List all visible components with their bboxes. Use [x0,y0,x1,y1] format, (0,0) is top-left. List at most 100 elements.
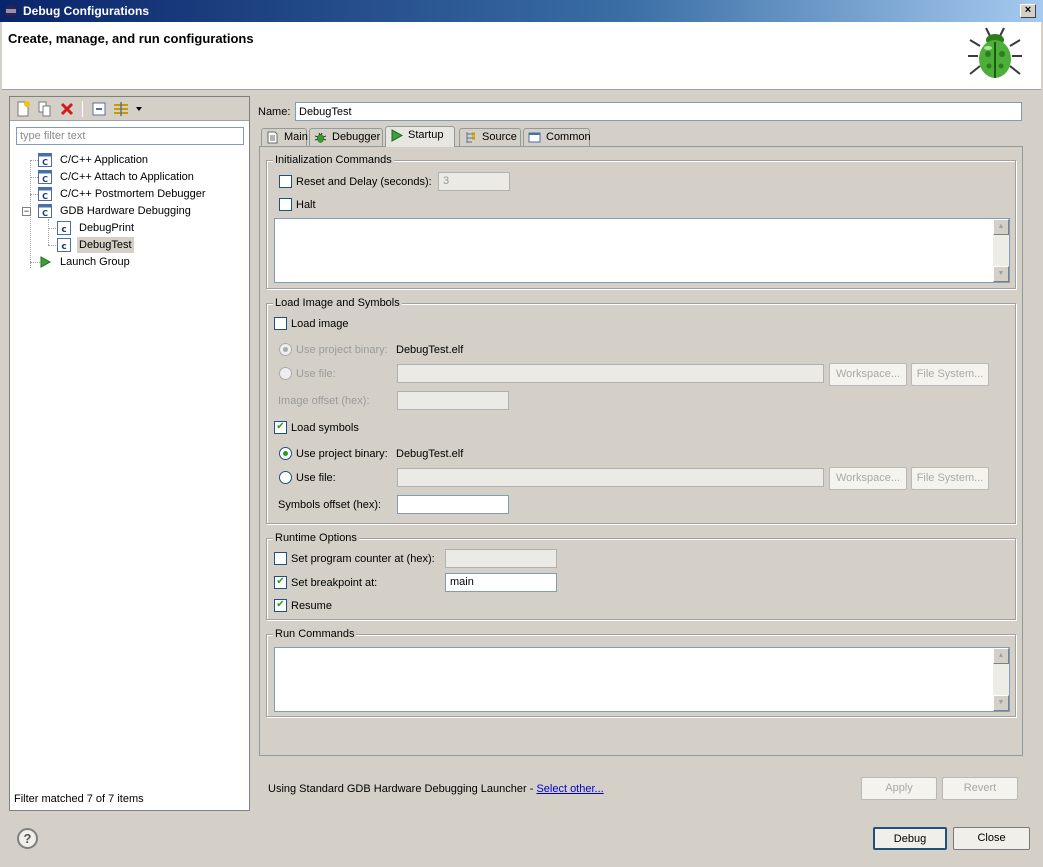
symbols-workspace-button[interactable]: Workspace... [829,467,907,490]
collapse-all-icon[interactable] [90,100,108,118]
startup-tab-content: Initialization Commands Reset and Delay … [259,146,1023,756]
tab-common[interactable]: Common [523,128,591,147]
chevron-down-icon[interactable] [135,106,143,112]
revert-button[interactable]: Revert [942,777,1018,800]
filter-icon[interactable] [112,100,130,118]
scroll-down-icon[interactable]: ▼ [993,266,1009,282]
init-commands-textarea[interactable]: ▲ ▼ [274,218,1010,283]
name-label: Name: [258,106,291,118]
tab-label: Common [546,131,591,143]
c-config-icon: C [38,204,52,218]
filter-input[interactable] [16,127,244,145]
load-image-checkbox[interactable] [274,317,287,330]
tab-main[interactable]: Main [261,128,308,147]
tab-source[interactable]: Source [459,128,521,147]
run-commands-textarea[interactable]: ▲ ▼ [274,647,1010,712]
tree-item-label: GDB Hardware Debugging [60,205,191,217]
load-symbols-label: Load symbols [291,422,359,434]
resume-checkbox[interactable] [274,599,287,612]
load-image-symbols-group: Load Image and Symbols Load image Use pr… [266,297,1016,524]
tree-expander[interactable]: − [22,207,31,216]
tab-debugger[interactable]: Debugger [309,128,383,147]
group-title: Run Commands [273,628,357,641]
symbols-project-binary: DebugTest.elf [396,448,464,460]
tab-label: Debugger [332,131,381,143]
svg-text:c: c [61,242,66,252]
tab-label: Startup [408,129,444,141]
symbols-offset-label: Symbols offset (hex): [278,499,382,511]
launcher-info: Using Standard GDB Hardware Debugging La… [268,783,604,796]
help-icon[interactable]: ? [17,828,38,849]
c-config-icon: C [38,170,52,184]
reset-delay-input[interactable]: 3 [438,172,510,191]
tab-label: Source [482,131,517,143]
image-use-project-label: Use project binary: [296,344,388,356]
symbols-offset-input[interactable] [397,495,509,514]
group-title: Load Image and Symbols [273,297,402,310]
delete-icon[interactable] [58,100,76,118]
c-config-icon: C [38,153,52,167]
scroll-down-icon[interactable]: ▼ [993,695,1009,711]
dialog-header: Create, manage, and run configurations [2,22,1041,90]
header-title: Create, manage, and run configurations [8,31,254,46]
run-commands-group: Run Commands ▲ ▼ [266,628,1016,717]
symbols-filesystem-button[interactable]: File System... [911,467,989,490]
debug-button[interactable]: Debug [873,827,947,850]
duplicate-icon[interactable] [36,100,54,118]
program-counter-label: Set program counter at (hex): [291,553,435,565]
tree-item-label: DebugTest [77,237,134,253]
image-use-file-radio[interactable] [279,367,292,380]
common-tab-icon [528,132,541,143]
program-counter-checkbox[interactable] [274,552,287,565]
load-image-label: Load image [291,318,349,330]
c-config-icon: C [38,187,52,201]
tab-startup[interactable]: Startup [385,126,455,147]
left-toolbar [10,97,249,121]
image-use-project-radio[interactable] [279,343,292,356]
scrollbar[interactable]: ▲ ▼ [993,219,1009,282]
scrollbar[interactable]: ▲ ▼ [993,648,1009,711]
load-symbols-checkbox[interactable] [274,421,287,434]
image-use-file-label: Use file: [296,368,336,380]
reset-delay-checkbox[interactable] [279,175,292,188]
symbols-use-file-radio[interactable] [279,471,292,484]
image-offset-label: Image offset (hex): [278,395,370,407]
symbols-file-input[interactable] [397,468,824,487]
toolbar-separator [82,101,83,117]
breakpoint-checkbox[interactable] [274,576,287,589]
tree-item-label: C/C++ Application [60,154,149,166]
program-counter-input[interactable] [445,549,557,568]
bug-icon [968,27,1022,78]
scroll-up-icon[interactable]: ▲ [993,648,1009,664]
tree-item-label: DebugPrint [79,222,135,234]
reset-delay-label: Reset and Delay (seconds): [296,176,432,188]
symbols-use-project-radio[interactable] [279,447,292,460]
runtime-options-group: Runtime Options Set program counter at (… [266,532,1016,620]
resume-label: Resume [291,600,332,612]
scroll-up-icon[interactable]: ▲ [993,219,1009,235]
symbols-use-project-label: Use project binary: [296,448,388,460]
apply-button[interactable]: Apply [861,777,937,800]
debugger-tab-icon [314,132,327,143]
breakpoint-label: Set breakpoint at: [291,577,378,589]
launch-group-icon [40,256,52,268]
image-file-input[interactable] [397,364,824,383]
halt-checkbox[interactable] [279,198,292,211]
new-config-icon[interactable] [14,100,32,118]
symbols-use-file-label: Use file: [296,472,336,484]
filter-status: Filter matched 7 of 7 items [14,793,144,805]
breakpoint-input[interactable]: main [445,573,557,592]
name-input[interactable] [295,102,1022,121]
image-filesystem-button[interactable]: File System... [911,363,989,386]
svg-text:C: C [42,209,48,218]
title-bar: Debug Configurations × [0,0,1043,22]
eclipse-icon [5,5,17,17]
window-title: Debug Configurations [23,4,149,18]
image-workspace-button[interactable]: Workspace... [829,363,907,386]
image-offset-input[interactable] [397,391,509,410]
select-other-link[interactable]: Select other... [536,783,603,795]
window-close-button[interactable]: × [1020,4,1036,18]
close-button[interactable]: Close [953,827,1030,850]
tree-item-label: Launch Group [60,256,130,268]
tab-label: Main [284,131,308,143]
